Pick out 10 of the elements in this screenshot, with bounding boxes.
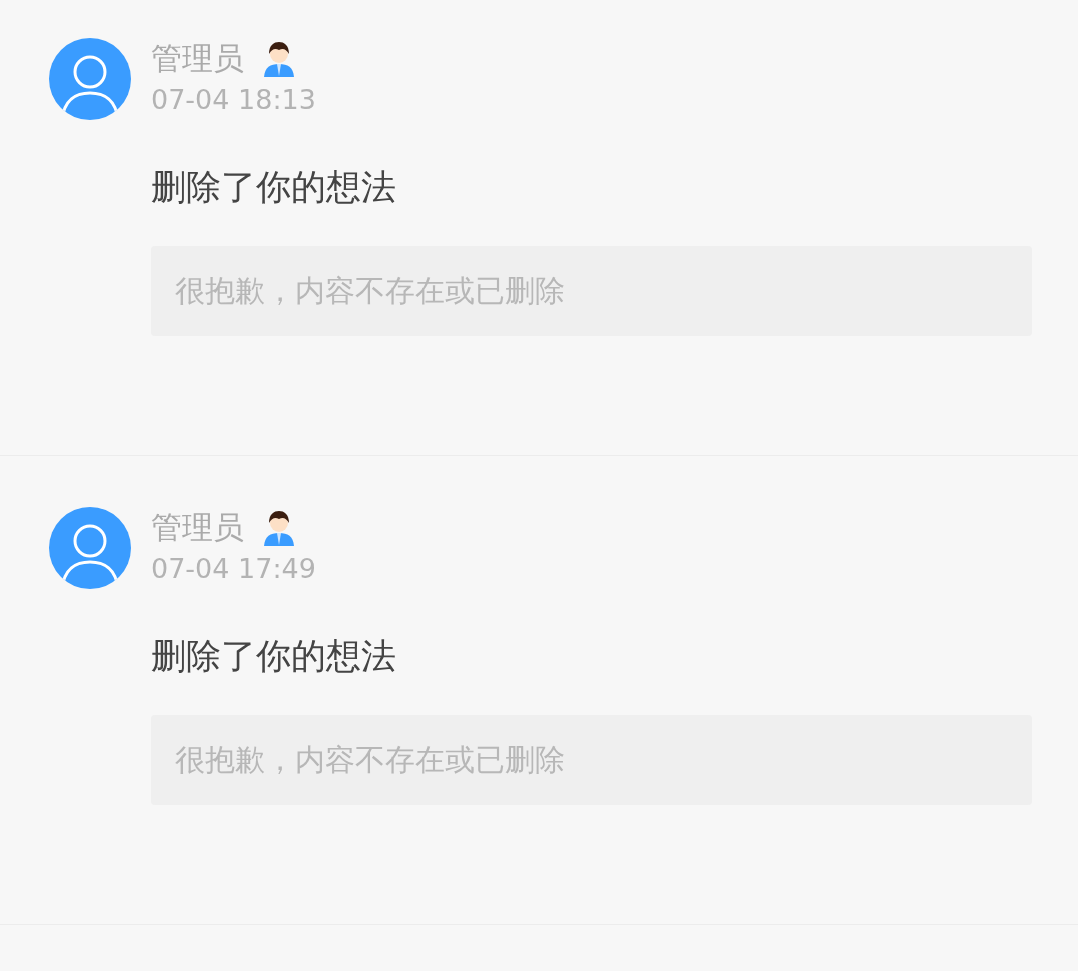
avatar-icon — [49, 38, 131, 120]
timestamp: 07-04 17:49 — [151, 553, 317, 584]
user-name: 管理员 — [151, 508, 244, 547]
message-text: 删除了你的想法 — [151, 166, 397, 209]
timestamp: 07-04 18:13 — [151, 84, 317, 115]
avatar-icon — [49, 507, 131, 589]
quoted-content: 很抱歉，内容不存在或已删除 — [151, 715, 1032, 805]
user-name: 管理员 — [151, 39, 244, 78]
quoted-content: 很抱歉，内容不存在或已删除 — [151, 246, 1032, 336]
message-text: 删除了你的想法 — [151, 635, 397, 678]
